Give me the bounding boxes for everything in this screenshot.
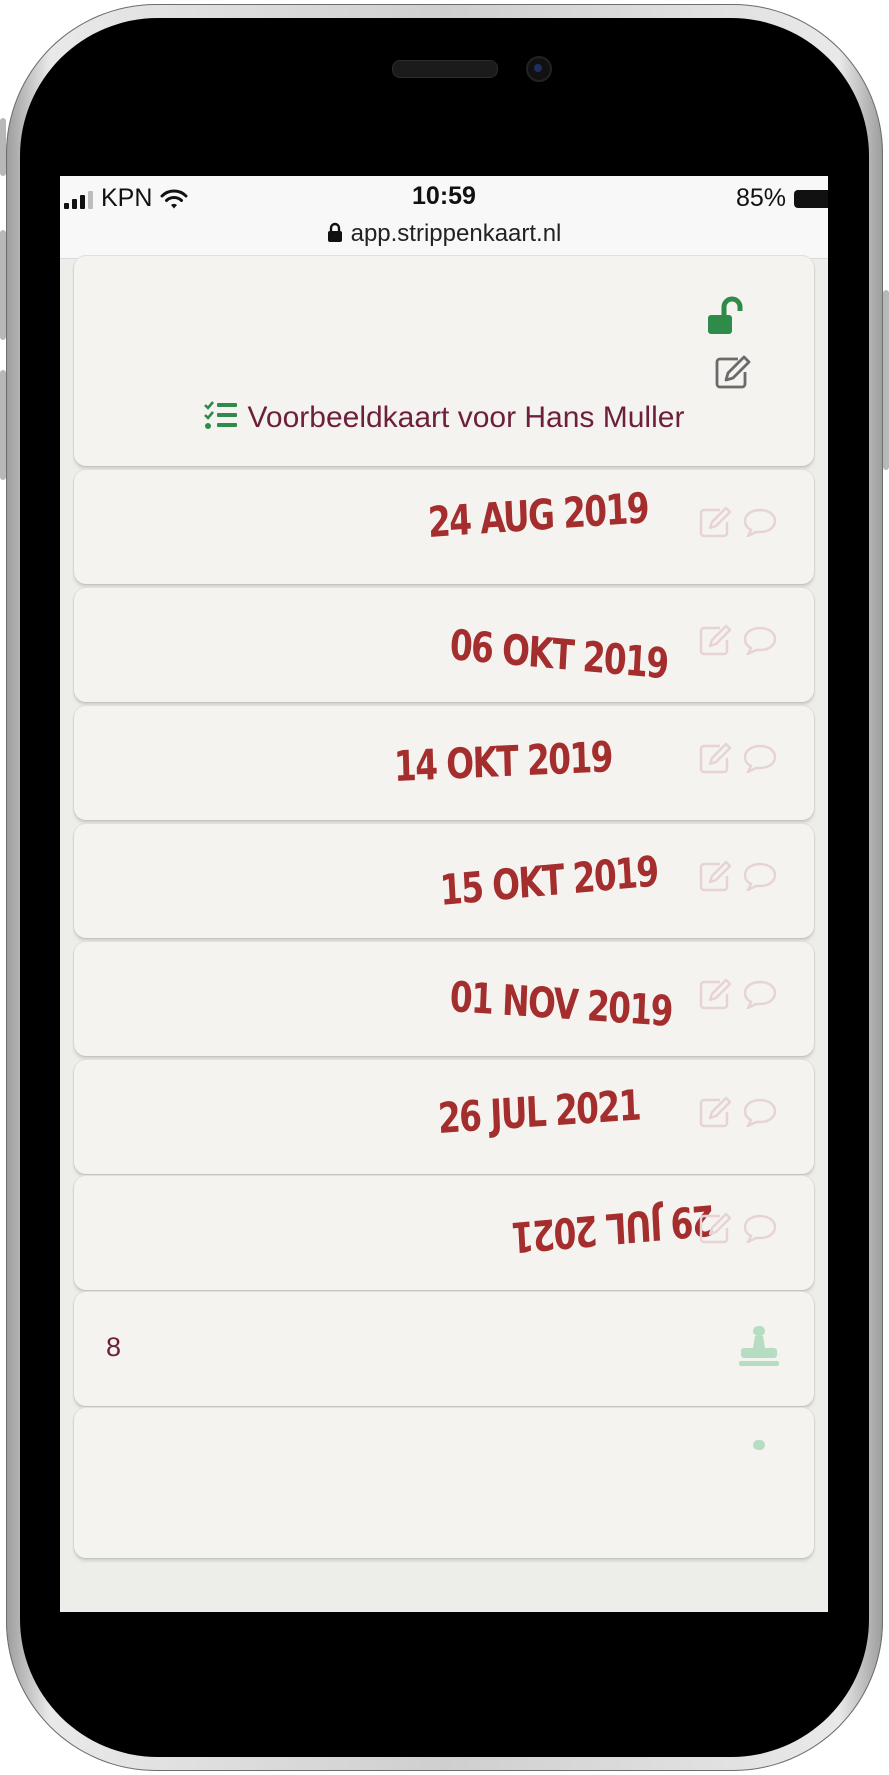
row-actions xyxy=(699,742,777,774)
stamp-date: 14 OKT 2019 xyxy=(393,732,613,791)
stamp-date: 26 JUL 2021 xyxy=(436,1080,641,1143)
address-bar[interactable]: app.strippenkaart.nl xyxy=(60,220,828,248)
edit-icon[interactable] xyxy=(699,742,733,774)
battery-percent: 85% xyxy=(735,184,786,212)
comment-icon[interactable] xyxy=(743,743,777,773)
stamp-row: 06 OKT 2019 xyxy=(74,588,814,702)
comment-icon[interactable] xyxy=(743,625,777,655)
checklist-icon xyxy=(203,401,237,429)
stamp-row: 29 JUL 2021 xyxy=(74,1176,814,1290)
earpiece-speaker xyxy=(392,60,498,78)
battery-status: 85% xyxy=(736,184,828,213)
edit-icon[interactable] xyxy=(699,860,733,892)
row-actions xyxy=(699,624,777,656)
stamp-row: 15 OKT 2019 xyxy=(74,824,814,938)
lock-icon xyxy=(327,222,342,242)
url-text: app.strippenkaart.nl xyxy=(350,220,562,247)
front-camera xyxy=(526,56,552,82)
card-title: Voorbeeldkaart voor Hans Muller xyxy=(74,400,814,435)
row-actions xyxy=(699,1096,777,1128)
empty-strip-row[interactable]: 8 xyxy=(74,1292,814,1406)
comment-icon[interactable] xyxy=(743,1097,777,1127)
stamp-row: 14 OKT 2019 xyxy=(74,706,814,820)
screen-bottom-bezel xyxy=(60,1612,828,1712)
edit-icon[interactable] xyxy=(699,1096,733,1128)
card-header: Voorbeeldkaart voor Hans Muller xyxy=(74,256,814,466)
comment-icon[interactable] xyxy=(743,861,777,891)
silent-switch xyxy=(0,118,6,176)
edit-icon[interactable] xyxy=(699,978,733,1010)
stamp-date: 24 AUG 2019 xyxy=(426,483,649,547)
stamp-row: 01 NOV 2019 xyxy=(74,942,814,1056)
row-actions xyxy=(699,506,777,538)
screen: KPN 10:59 85% app.strippenkaart.nl Voorb… xyxy=(60,176,828,1612)
edit-icon[interactable] xyxy=(699,1212,733,1244)
stamp-icon[interactable] xyxy=(738,1438,780,1482)
stamp-date: 29 JUL 2021 xyxy=(511,1195,716,1262)
strip-number: 8 xyxy=(106,1332,122,1362)
stamp-row: 26 JUL 2021 xyxy=(74,1060,814,1174)
power-button xyxy=(883,290,889,470)
unlock-icon[interactable] xyxy=(706,296,746,336)
stamp-date: 15 OKT 2019 xyxy=(438,846,659,915)
edit-icon[interactable] xyxy=(699,624,733,656)
stamp-date: 01 NOV 2019 xyxy=(448,972,673,1036)
card-title-text: Voorbeeldkaart voor Hans Muller xyxy=(247,401,685,434)
edit-card-icon[interactable] xyxy=(714,354,752,390)
row-actions xyxy=(699,978,777,1010)
edit-icon[interactable] xyxy=(699,506,733,538)
row-actions xyxy=(699,860,777,892)
stamp-date: 06 OKT 2019 xyxy=(448,620,669,689)
volume-up-button xyxy=(0,230,6,340)
row-actions xyxy=(699,1212,777,1244)
battery-icon xyxy=(794,189,828,208)
browser-status-bar: KPN 10:59 85% app.strippenkaart.nl xyxy=(60,176,828,259)
comment-icon[interactable] xyxy=(743,979,777,1009)
comment-icon[interactable] xyxy=(743,507,777,537)
clock: 10:59 xyxy=(412,182,476,210)
stamp-icon[interactable] xyxy=(738,1324,780,1368)
comment-icon[interactable] xyxy=(743,1213,777,1243)
volume-down-button xyxy=(0,370,6,480)
stamp-row: 24 AUG 2019 xyxy=(74,470,814,584)
empty-strip-row[interactable] xyxy=(74,1408,814,1558)
